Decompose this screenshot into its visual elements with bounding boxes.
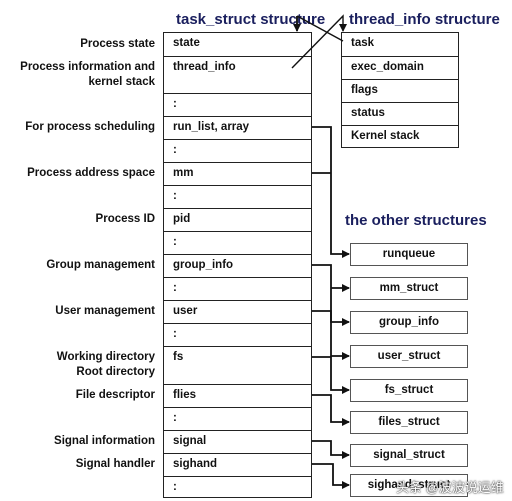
connector-lines: [291, 14, 512, 489]
connector-flies: [312, 394, 350, 426]
connector-task: [296, 15, 344, 42]
connector-signal: [312, 440, 350, 459]
connector-run-list: [312, 126, 350, 258]
connector-fs: [312, 356, 350, 394]
connector-user: [312, 310, 350, 360]
connector-sighand: [312, 463, 350, 489]
watermark: 头条 @波波说运维: [396, 480, 504, 495]
connector-thread-info: [291, 14, 347, 69]
